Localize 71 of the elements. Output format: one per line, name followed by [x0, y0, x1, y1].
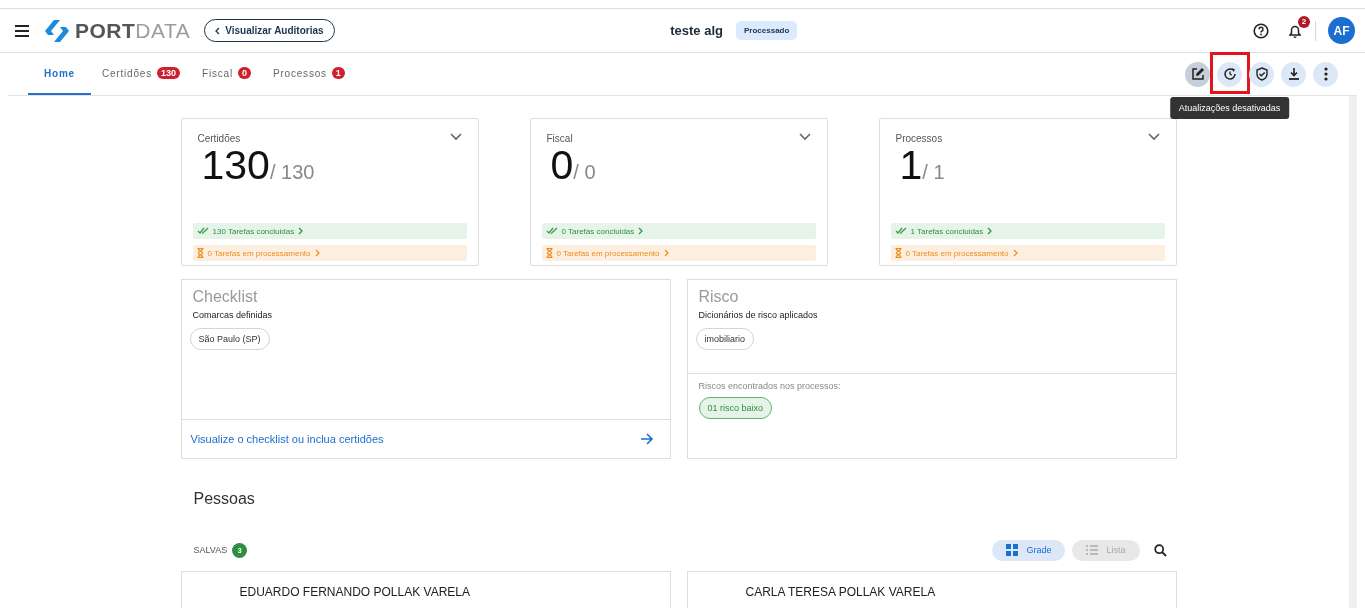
expand-icon[interactable]	[798, 133, 811, 141]
refresh-icon	[1222, 67, 1237, 81]
double-check-icon	[545, 227, 558, 235]
refresh-button[interactable]	[1217, 61, 1242, 87]
count-total: / 0	[573, 161, 596, 184]
tasks-done-link[interactable]: 130 Tarefas concluidas	[192, 223, 467, 239]
card-subtitle: Dicionários de risco aplicados	[698, 310, 819, 320]
more-button[interactable]	[1313, 61, 1338, 87]
count-total: / 130	[269, 161, 315, 184]
double-check-icon	[894, 227, 907, 235]
person-card[interactable]: CARLA TERESA POLLAK VARELA	[686, 571, 1177, 608]
list-icon	[1086, 545, 1099, 555]
card-title: Checklist	[192, 288, 259, 306]
region-chip: São Paulo (SP)	[189, 328, 270, 350]
tasks-done-link[interactable]: 1 Tarefas concluidas	[890, 223, 1165, 239]
tab[interactable]: Certidões 130	[91, 53, 191, 95]
card-title: Certidões	[197, 133, 241, 144]
more-icon	[1323, 67, 1328, 81]
chevron-right-icon	[638, 227, 644, 235]
back-button[interactable]: Visualizar Auditorias	[204, 19, 335, 42]
count-badge: 1	[331, 67, 345, 79]
download-icon	[1286, 67, 1301, 81]
user-avatar[interactable]: AF	[1328, 17, 1355, 44]
download-button[interactable]	[1281, 61, 1306, 87]
card-title: Fiscal	[546, 133, 573, 144]
count-value: 0	[550, 142, 574, 189]
card-title: Risco	[698, 288, 740, 306]
edit-button[interactable]	[1185, 61, 1210, 87]
dictionary-chip: imobiliario	[695, 328, 754, 350]
hourglass-icon	[894, 248, 902, 258]
chevron-right-icon	[298, 227, 304, 235]
logo-icon	[45, 19, 69, 42]
expand-icon[interactable]	[449, 133, 462, 141]
help-icon[interactable]	[1253, 22, 1269, 39]
notification-count: 2	[1298, 15, 1310, 28]
chevron-right-icon	[987, 227, 993, 235]
count-value: 130	[201, 142, 270, 189]
tasks-done-link[interactable]: 0 Tarefas concluidas	[541, 223, 816, 239]
tab[interactable]: Processos 1	[261, 53, 356, 95]
risk-chip: 01 risco baixo	[698, 397, 773, 419]
shield-check-icon	[1254, 67, 1269, 81]
chevron-right-icon	[314, 249, 320, 257]
double-check-icon	[196, 227, 209, 235]
edit-icon	[1190, 67, 1205, 81]
count-value: 1	[899, 142, 923, 189]
count-badge: 130	[157, 67, 180, 79]
risks-label: Riscos encontrados nos processos:	[698, 381, 842, 391]
arrow-right-icon[interactable]	[639, 433, 654, 445]
view-toggle[interactable]: Grade	[992, 539, 1066, 561]
saved-label: SALVAS	[193, 545, 228, 555]
grid-icon	[1006, 544, 1019, 556]
count-total: / 1	[922, 161, 945, 184]
section-title: Pessoas	[193, 490, 256, 509]
shield-button[interactable]	[1249, 61, 1274, 87]
card-title: Processos	[895, 133, 943, 144]
count-badge: 0	[237, 67, 251, 79]
audit-title: teste alg	[670, 23, 723, 38]
card-subtitle: Comarcas definidas	[192, 310, 274, 320]
status-badge: Processado	[736, 21, 798, 40]
checklist-link[interactable]: Visualize o checklist ou inclua certidões	[190, 433, 384, 445]
hourglass-icon	[196, 248, 204, 258]
chevron-right-icon	[1012, 249, 1018, 257]
chevron-left-icon	[215, 26, 221, 35]
tab[interactable]: Fiscal 0	[191, 53, 262, 95]
hourglass-icon	[545, 248, 553, 258]
menu-icon[interactable]	[15, 24, 29, 37]
chevron-right-icon	[663, 249, 669, 257]
search-icon[interactable]	[1153, 543, 1167, 557]
person-card[interactable]: EDUARDO FERNANDO POLLAK VARELA	[180, 571, 671, 608]
expand-icon[interactable]	[1147, 133, 1160, 141]
logo-text: PORTDATA	[75, 18, 191, 43]
